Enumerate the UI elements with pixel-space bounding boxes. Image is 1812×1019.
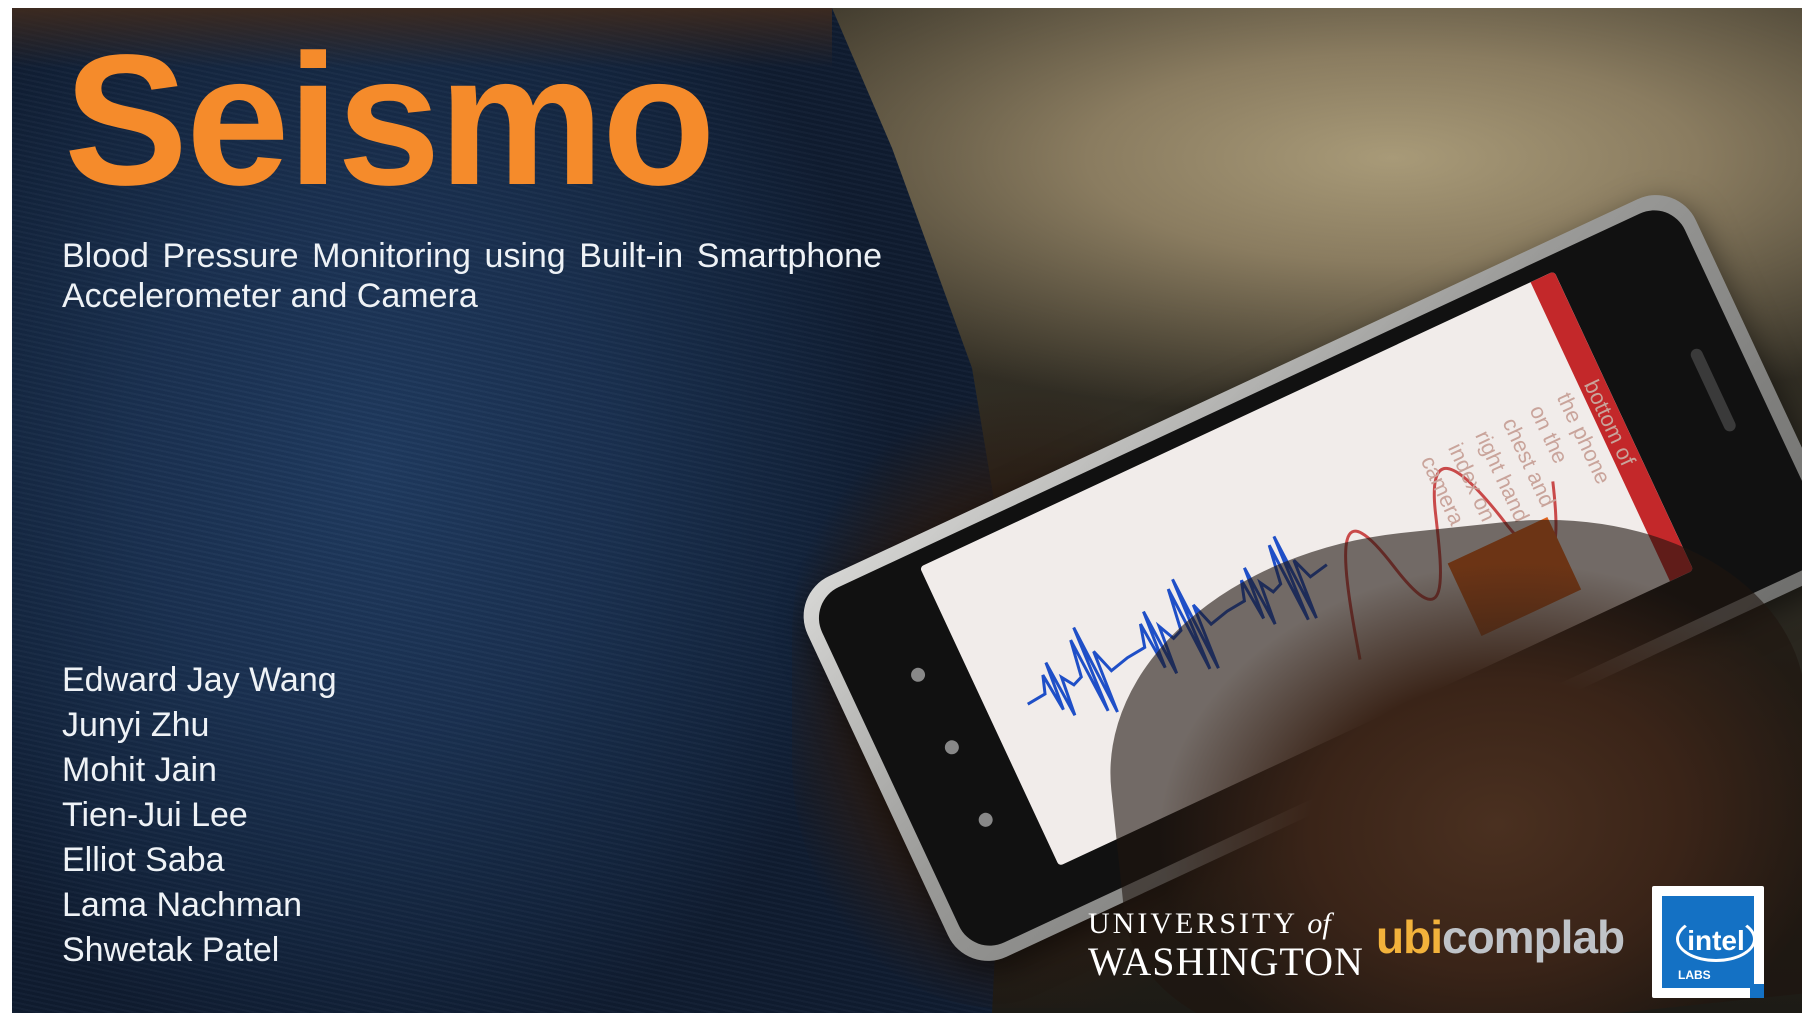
- ubicomplab-logo: ubicomplab: [1376, 910, 1625, 964]
- ubicomplab-logo-ubi: ubi: [1376, 911, 1443, 963]
- ubicomplab-logo-comp: comp: [1441, 911, 1562, 963]
- intel-labs-logo: intel LABS: [1652, 886, 1764, 998]
- author-name: Mohit Jain: [62, 751, 217, 789]
- author-name: Edward Jay Wang: [62, 661, 337, 699]
- uw-logo-university: UNIVERSITY: [1088, 907, 1297, 940]
- author-name: Tien-Jui Lee: [62, 796, 248, 834]
- slide-subtitle: Blood Pressure Monitoring using Built-in…: [62, 237, 882, 315]
- author-name: Shwetak Patel: [62, 931, 280, 969]
- intel-logo-labs: LABS: [1678, 968, 1711, 982]
- ubicomplab-logo-lab: lab: [1560, 911, 1625, 963]
- intel-logo-word: intel: [1676, 916, 1756, 962]
- author-list: Edward Jay Wang Junyi Zhu Mohit Jain Tie…: [62, 658, 337, 973]
- uw-logo: UNIVERSITY of WASHINGTON: [1088, 908, 1364, 984]
- intel-logo-corner: [1750, 984, 1764, 998]
- uw-logo-washington: WASHINGTON: [1088, 939, 1364, 984]
- author-name: Junyi Zhu: [62, 706, 210, 744]
- intel-logo-badge: intel LABS: [1662, 896, 1756, 988]
- uw-logo-of: of: [1307, 907, 1331, 940]
- slide: Place right side bottom of the phone on …: [12, 8, 1802, 1013]
- slide-title: Seismo: [64, 17, 716, 224]
- author-name: Elliot Saba: [62, 841, 225, 879]
- author-name: Lama Nachman: [62, 886, 303, 924]
